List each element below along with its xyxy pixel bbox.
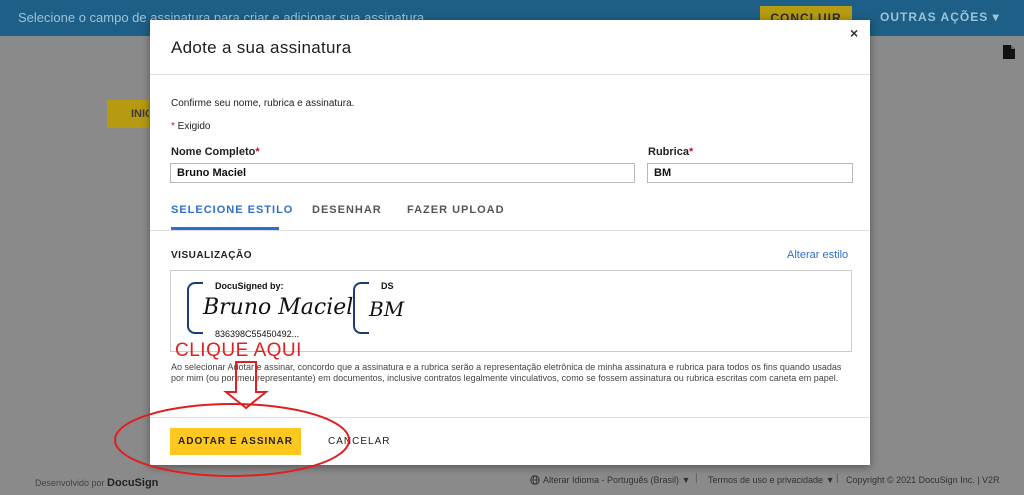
- annotation-overlay: [114, 361, 350, 477]
- highlight-ellipse: [114, 403, 350, 477]
- arrow-icon: [223, 361, 269, 410]
